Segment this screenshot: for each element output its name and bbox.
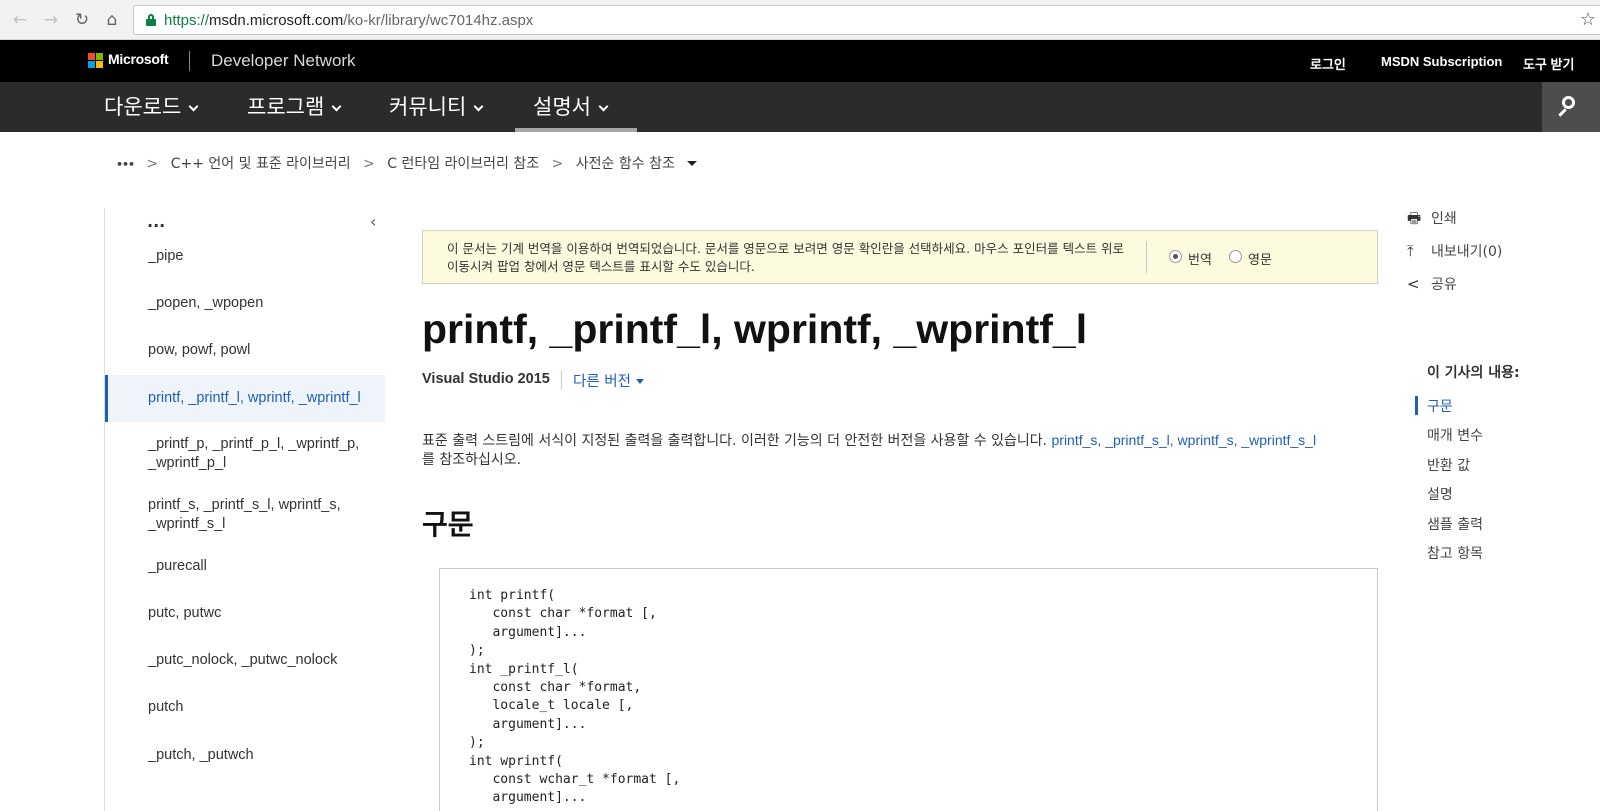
- rail-link-sample-output[interactable]: 샘플 출력: [1427, 514, 1483, 534]
- collapse-icon[interactable]: ‹: [370, 212, 376, 231]
- print-action[interactable]: 🖶 인쇄: [1407, 208, 1457, 233]
- microsoft-logo-icon[interactable]: [88, 53, 103, 68]
- chevron-down-icon: [331, 101, 342, 112]
- toc-item[interactable]: _popen, _wpopen: [105, 294, 385, 313]
- forward-arrow-icon[interactable]: →: [40, 9, 62, 31]
- share-icon: <: [1407, 275, 1420, 293]
- rail-link-syntax[interactable]: 구문: [1427, 396, 1453, 416]
- share-action[interactable]: < 공유: [1407, 274, 1457, 294]
- msdn-subscription-link[interactable]: MSDN Subscription: [1381, 54, 1502, 69]
- toc-item[interactable]: _putch, _putwch: [105, 746, 385, 765]
- nav-community[interactable]: 커뮤니티: [389, 82, 484, 132]
- export-icon: ⤒: [1407, 242, 1414, 260]
- chevron-down-icon: [598, 101, 609, 112]
- breadcrumb-item-cpp[interactable]: C++ 언어 및 표준 라이브러리: [171, 156, 351, 172]
- toc-item[interactable]: printf_s, _printf_s_l, wprintf_s, _wprin…: [105, 496, 385, 534]
- toc-item[interactable]: _purecall: [105, 557, 385, 576]
- nav-programs[interactable]: 프로그램: [247, 82, 342, 132]
- export-action[interactable]: ⤒ 내보내기(0): [1407, 241, 1502, 261]
- home-icon[interactable]: ⌂: [101, 9, 123, 31]
- caret-down-icon[interactable]: [687, 161, 698, 166]
- back-arrow-icon[interactable]: ←: [9, 9, 31, 31]
- code-text: int printf( const char *format [, argume…: [469, 588, 681, 806]
- article-description: 표준 출력 스트림에 서식이 지정된 출력을 출력합니다. 이러한 기능의 더 …: [422, 432, 1317, 468]
- address-bar[interactable]: https://msdn.microsoft.com/ko-kr/library…: [133, 5, 1600, 35]
- table-of-contents: ... ‹ _pipe _popen, _wpopen pow, powf, p…: [104, 208, 385, 811]
- active-section-marker: [1415, 396, 1418, 415]
- rail-link-parameters[interactable]: 매개 변수: [1427, 425, 1483, 445]
- url-text[interactable]: https://msdn.microsoft.com/ko-kr/library…: [164, 12, 533, 29]
- header-divider: [189, 51, 190, 71]
- toc-item-active[interactable]: printf, _printf_l, wprintf, _wprintf_l: [105, 375, 385, 422]
- english-label[interactable]: 영문: [1248, 249, 1272, 268]
- machine-translation-notice: 이 문서는 기계 번역을 이용하여 번역되었습니다. 문서를 영문으로 보려면 …: [422, 230, 1378, 284]
- secure-version-link[interactable]: printf_s, _printf_s_l, wprintf_s, _wprin…: [1052, 432, 1317, 448]
- rail-link-remarks[interactable]: 설명: [1427, 484, 1453, 504]
- syntax-heading: 구문: [422, 508, 474, 541]
- reload-icon[interactable]: ↻: [71, 9, 93, 31]
- code-block: int printf( const char *format [, argume…: [439, 568, 1378, 811]
- chevron-down-icon: [473, 101, 484, 112]
- main-nav: 다운로드 프로그램 커뮤니티 설명서: [0, 82, 1600, 132]
- toc-item[interactable]: putch: [105, 698, 385, 717]
- toc-item[interactable]: pow, powf, powl: [105, 341, 385, 360]
- printer-icon: 🖶: [1407, 209, 1422, 227]
- toc-item[interactable]: _printf_p, _printf_p_l, _wprintf_p, _wpr…: [105, 435, 385, 473]
- signin-link[interactable]: 로그인: [1310, 54, 1346, 73]
- translated-label[interactable]: 번역: [1188, 249, 1212, 268]
- chevron-down-icon: [188, 101, 199, 112]
- notice-text: 이 문서는 기계 번역을 이용하여 번역되었습니다. 문서를 영문으로 보려면 …: [447, 241, 1125, 274]
- site-header: Microsoft Developer Network 로그인 MSDN Sub…: [0, 40, 1600, 82]
- brand-name[interactable]: Microsoft: [108, 51, 169, 67]
- bookmark-star-icon[interactable]: ☆: [1580, 9, 1596, 30]
- toc-item[interactable]: _pipe: [105, 247, 385, 266]
- other-versions-link[interactable]: 다른 버전: [573, 370, 644, 391]
- breadcrumb-item-alpha[interactable]: 사전순 함수 참조: [576, 156, 675, 172]
- breadcrumb-more[interactable]: •••: [116, 158, 135, 171]
- page-title: printf, _printf_l, wprintf, _wprintf_l: [422, 306, 1088, 352]
- get-tools-link[interactable]: 도구 받기: [1523, 54, 1574, 73]
- caret-down-icon: [635, 379, 644, 384]
- in-this-article-title: 이 기사의 내용:: [1427, 365, 1520, 381]
- nav-downloads[interactable]: 다운로드: [104, 82, 199, 132]
- lock-icon: [146, 14, 156, 26]
- breadcrumb: ••• > C++ 언어 및 표준 라이브러리 > C 런타임 라이브러리 참조…: [116, 153, 705, 173]
- search-button[interactable]: [1542, 82, 1600, 132]
- site-name[interactable]: Developer Network: [211, 51, 356, 71]
- english-radio[interactable]: [1229, 250, 1242, 263]
- browser-toolbar: ← → ↻ ⌂ https://msdn.microsoft.com/ko-kr…: [0, 0, 1600, 40]
- version-label: Visual Studio 2015: [422, 371, 550, 387]
- breadcrumb-item-crt[interactable]: C 런타임 라이브러리 참조: [387, 156, 539, 172]
- toc-more[interactable]: ...: [147, 212, 165, 231]
- rail-link-return-value[interactable]: 반환 값: [1427, 455, 1470, 475]
- rail-link-see-also[interactable]: 참고 항목: [1427, 543, 1483, 563]
- nav-documentation[interactable]: 설명서: [515, 82, 637, 132]
- toc-item[interactable]: putc, putwc: [105, 604, 385, 623]
- translated-radio[interactable]: [1169, 250, 1182, 263]
- toc-item[interactable]: _putc_nolock, _putwc_nolock: [105, 651, 385, 670]
